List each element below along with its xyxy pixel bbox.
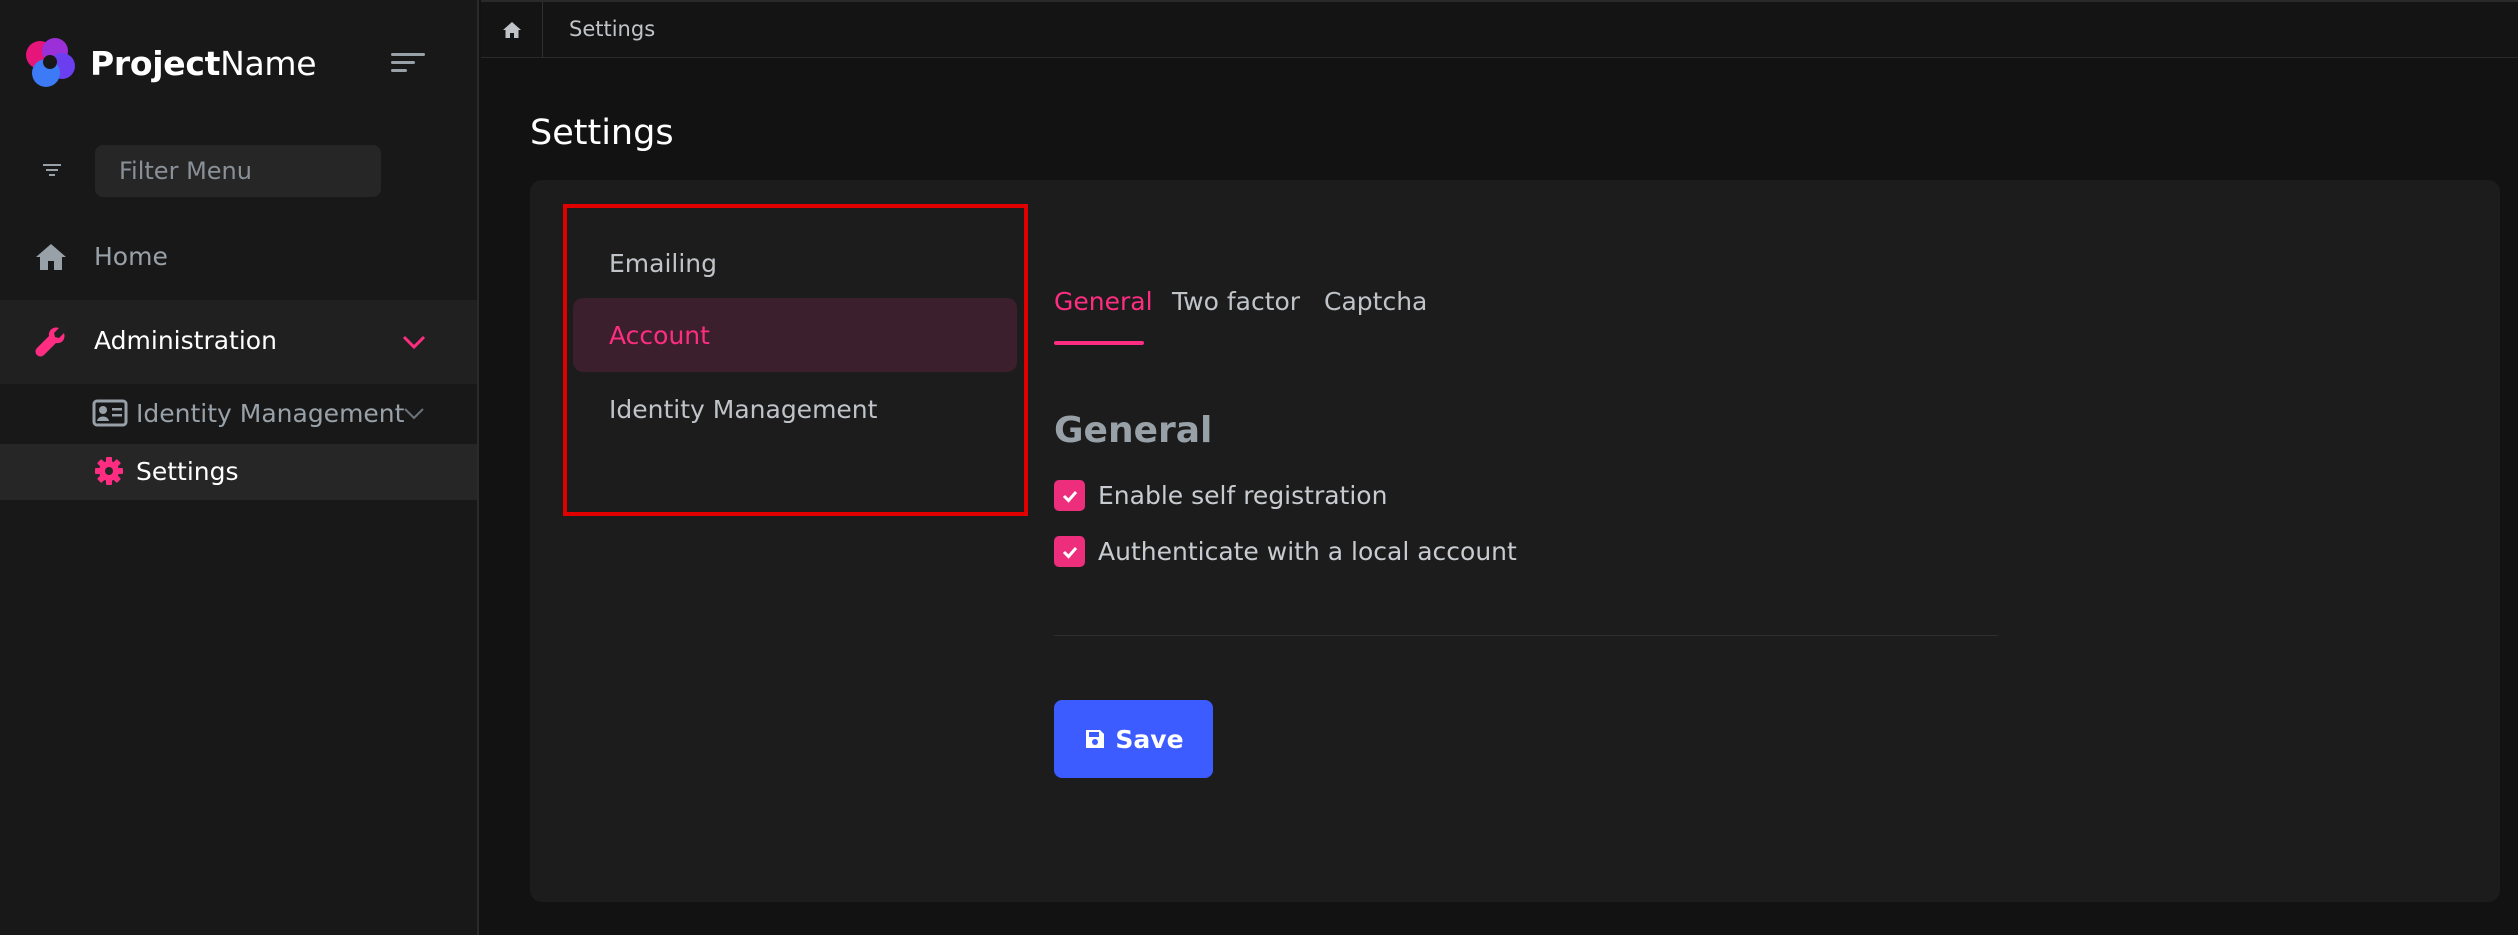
active-tab-indicator bbox=[1054, 341, 1144, 345]
home-icon bbox=[36, 244, 66, 270]
breadcrumb-current: Settings bbox=[569, 17, 656, 41]
tab-two-factor[interactable]: Two factor bbox=[1172, 287, 1300, 316]
enable-self-registration-checkbox[interactable] bbox=[1054, 480, 1085, 511]
settings-group-menu: Emailing Account Identity Management bbox=[563, 204, 1028, 516]
save-button[interactable]: Save bbox=[1054, 700, 1213, 778]
gear-icon bbox=[95, 457, 123, 485]
sidebar-item-label: Home bbox=[94, 242, 168, 271]
home-icon bbox=[502, 22, 521, 38]
save-button-label: Save bbox=[1115, 724, 1184, 754]
id-card-icon bbox=[92, 399, 128, 427]
filter-icon bbox=[43, 164, 61, 176]
logo-icon bbox=[26, 38, 75, 87]
tab-captcha[interactable]: Captcha bbox=[1324, 287, 1427, 316]
enable-self-registration-option[interactable]: Enable self registration bbox=[1054, 480, 1387, 511]
breadcrumb-home[interactable] bbox=[481, 2, 543, 58]
page-title: Settings bbox=[530, 113, 674, 153]
breadcrumb: Settings bbox=[481, 0, 2518, 58]
check-icon bbox=[1062, 490, 1077, 503]
authenticate-local-account-checkbox[interactable] bbox=[1054, 536, 1085, 567]
authenticate-local-account-option[interactable]: Authenticate with a local account bbox=[1054, 536, 1517, 567]
brand[interactable]: ProjectName bbox=[22, 33, 317, 93]
sidebar-item-settings[interactable]: Settings bbox=[0, 444, 477, 500]
section-title: General bbox=[1054, 410, 1213, 451]
sidebar-toggle-icon[interactable] bbox=[388, 48, 428, 78]
checkbox-label: Authenticate with a local account bbox=[1098, 537, 1517, 566]
sidebar-item-label: Settings bbox=[136, 457, 239, 486]
sidebar-item-label: Administration bbox=[94, 326, 277, 355]
checkbox-label: Enable self registration bbox=[1098, 481, 1388, 510]
sidebar-item-administration[interactable]: Administration bbox=[0, 300, 477, 384]
tab-general[interactable]: General bbox=[1054, 287, 1153, 316]
filter-menu-input[interactable] bbox=[95, 145, 381, 197]
divider bbox=[1054, 635, 1998, 636]
settings-menu-item-account[interactable]: Account bbox=[573, 298, 1017, 372]
sidebar-item-label: Identity Management bbox=[136, 399, 405, 428]
sidebar-item-identity-management[interactable]: Identity Management bbox=[0, 392, 477, 436]
chevron-down-icon bbox=[402, 335, 426, 350]
check-icon bbox=[1062, 546, 1077, 559]
wrench-icon bbox=[35, 327, 65, 357]
settings-menu-item-emailing[interactable]: Emailing bbox=[573, 226, 1017, 300]
brand-name: ProjectName bbox=[90, 43, 317, 83]
sidebar: ProjectName Home Administration bbox=[0, 0, 479, 935]
chevron-down-icon bbox=[404, 408, 424, 420]
settings-menu-item-identity-management[interactable]: Identity Management bbox=[573, 372, 1017, 446]
floppy-disk-icon bbox=[1086, 730, 1105, 748]
sidebar-item-home[interactable]: Home bbox=[0, 228, 477, 286]
